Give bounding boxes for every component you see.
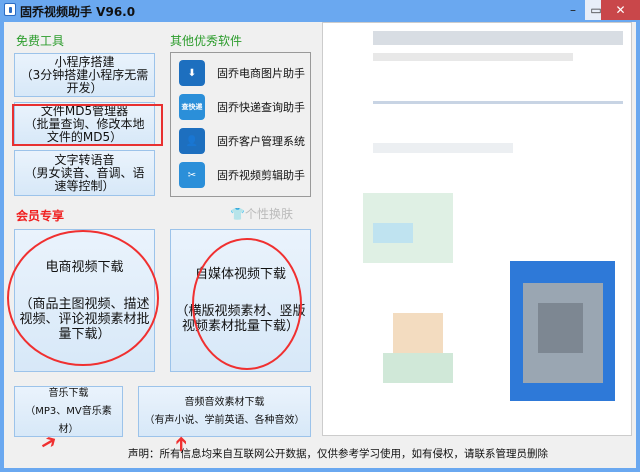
button-desc: （MP3、MV音乐素材） (25, 405, 112, 435)
customer-icon: 👤 (179, 128, 205, 154)
button-desc: （男女读音、音调、语速等控制） (24, 165, 145, 193)
preview-image (322, 22, 632, 436)
software-label: 固乔电商图片助手 (217, 67, 305, 80)
button-desc: （有声小说、学前英语、各种音效） (144, 414, 305, 426)
close-button[interactable]: ✕ (601, 0, 640, 20)
declaration-text: 声明：所有信息均来自互联网公开数据，仅供参考学习使用，如有侵权，请联系管理员删除 (128, 448, 548, 460)
window-title: 固乔视频助手 V96.0 (20, 5, 136, 19)
other-software-panel: ⬇ 固乔电商图片助手 查快递 固乔快递查询助手 👤 固乔客户管理系统 ✂ 固乔视频剪辑助… (170, 52, 311, 197)
member-heading: 会员专享 (16, 209, 65, 223)
button-desc: （3分钟搭建小程序无需开发） (20, 67, 149, 95)
music-download-button[interactable]: 音乐下载 （MP3、MV音乐素材） (14, 386, 123, 437)
express-search-icon: 查快递 (179, 94, 205, 120)
button-title: 小程序搭建 (54, 54, 115, 69)
skin-label: 个性换肤 (244, 207, 293, 221)
software-label: 固乔快递查询助手 (217, 101, 305, 114)
text-to-speech-button[interactable]: 文字转语音 （男女读音、音调、语速等控制） (14, 150, 155, 196)
skin-button[interactable]: 👕个性换肤 (230, 205, 293, 222)
software-item-crm[interactable]: 👤 固乔客户管理系统 (179, 126, 305, 156)
software-item-express[interactable]: 查快递 固乔快递查询助手 (179, 92, 305, 122)
free-tools-heading: 免费工具 (16, 34, 65, 48)
title-bar: 固乔视频助手 V96.0 – ▭ ✕ (0, 0, 640, 22)
audio-download-button[interactable]: 音频音效素材下载 （有声小说、学前英语、各种音效） (138, 386, 311, 437)
scissors-icon: ✂ (179, 162, 205, 188)
app-icon (4, 3, 16, 16)
highlight-circle (7, 230, 159, 366)
download-icon: ⬇ (179, 60, 205, 86)
software-item-image-helper[interactable]: ⬇ 固乔电商图片助手 (179, 58, 305, 88)
button-title: 音频音效素材下载 (184, 396, 265, 408)
software-item-video-editor[interactable]: ✂ 固乔视频剪辑助手 (179, 160, 305, 190)
minimize-button[interactable]: – (560, 0, 586, 20)
highlight-circle (192, 238, 302, 370)
software-label: 固乔客户管理系统 (217, 135, 305, 148)
highlight-rectangle (12, 104, 163, 146)
software-label: 固乔视频剪辑助手 (217, 169, 305, 182)
shirt-icon: 👕 (230, 207, 245, 221)
other-software-heading: 其他优秀软件 (170, 34, 243, 48)
button-title: 音乐下载 (48, 387, 89, 399)
mini-program-button[interactable]: 小程序搭建 （3分钟搭建小程序无需开发） (14, 53, 155, 97)
main-content: 免费工具 小程序搭建 （3分钟搭建小程序无需开发） 文件MD5管理器 （批量查询… (4, 22, 636, 468)
app-window: 固乔视频助手 V96.0 – ▭ ✕ 免费工具 小程序搭建 （3分钟搭建小程序无… (0, 0, 640, 472)
button-title: 文字转语音 (54, 152, 115, 167)
